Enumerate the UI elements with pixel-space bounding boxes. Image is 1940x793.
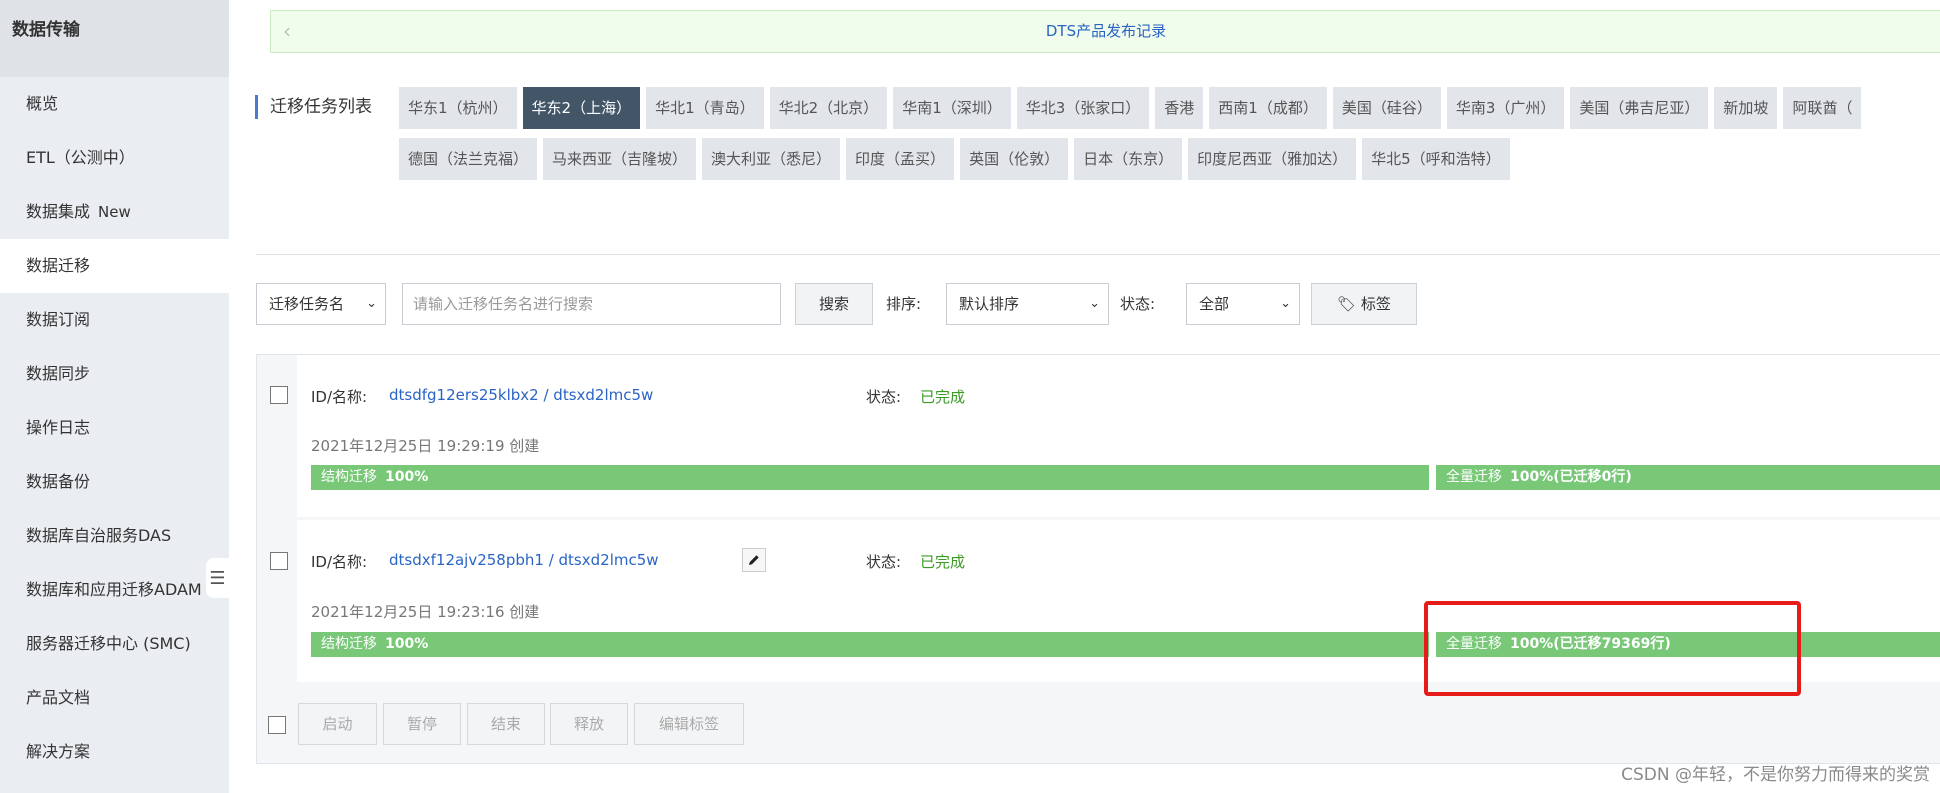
sidebar-title: 数据传输 xyxy=(0,0,229,77)
region-tab[interactable]: 香港 xyxy=(1155,87,1204,129)
task-created-time: 2021年12月25日 19:23:16 创建 xyxy=(311,603,540,621)
task-name-link[interactable]: dtsdfg12ers25klbx2 / dtsxd2lmc5w xyxy=(389,386,653,404)
status-label: 状态: xyxy=(1120,295,1156,313)
full-migration-progress: 全量迁移 100%(已迁移0行) xyxy=(1436,465,1940,490)
progress-value: 100%(已迁移0行) xyxy=(1510,469,1632,485)
task-checkbox[interactable] xyxy=(270,386,288,404)
announcement-banner: ‹ DTS产品发布记录 xyxy=(270,10,1940,53)
sidebar-item-integration[interactable]: 数据集成 New xyxy=(0,185,229,239)
region-tab[interactable]: 华北5（呼和浩特） xyxy=(1362,138,1510,180)
progress-value: 100% xyxy=(385,636,429,652)
region-tab[interactable]: 新加坡 xyxy=(1714,87,1778,129)
sidebar-item-backup[interactable]: 数据备份 xyxy=(0,455,229,509)
schema-migration-progress: 结构迁移 100% xyxy=(311,632,1429,657)
region-tab[interactable]: 华东2（上海） xyxy=(522,87,641,129)
filter-field-select[interactable]: 迁移任务名 ⌄ xyxy=(256,283,386,325)
divider xyxy=(256,254,1940,255)
region-tab[interactable]: 美国（硅谷） xyxy=(1332,87,1441,129)
task-status-label: 状态: xyxy=(866,388,902,406)
progress-value: 100% xyxy=(385,469,429,485)
tag-button-label: 标签 xyxy=(1360,295,1391,313)
task-list-title: 迁移任务列表 xyxy=(255,95,372,119)
task-id-label: ID/名称: xyxy=(311,388,368,406)
region-tab[interactable]: 华南3（广州） xyxy=(1446,87,1565,129)
sidebar-collapse-icon[interactable]: ☰ xyxy=(206,558,229,598)
sidebar-item-oplog[interactable]: 操作日志 xyxy=(0,401,229,455)
end-button[interactable]: 结束 xyxy=(467,703,545,745)
sidebar-item-label: 数据集成 xyxy=(26,202,91,221)
pause-button[interactable]: 暂停 xyxy=(383,703,461,745)
region-tab[interactable]: 英国（伦敦） xyxy=(960,138,1069,180)
region-tab[interactable]: 澳大利亚（悉尼） xyxy=(702,138,841,180)
sort-value: 默认排序 xyxy=(959,295,1020,313)
search-button[interactable]: 搜索 xyxy=(795,283,873,325)
sidebar-item-overview[interactable]: 概览 xyxy=(0,77,229,131)
region-tab[interactable]: 美国（弗吉尼亚） xyxy=(1570,87,1709,129)
watermark: CSDN @年轻，不是你努力而得来的奖赏 xyxy=(1621,765,1930,785)
region-tab[interactable]: 马来西亚（吉隆坡） xyxy=(543,138,697,180)
new-badge: New xyxy=(98,203,131,221)
pencil-icon[interactable] xyxy=(742,548,766,572)
sidebar-item-migration[interactable]: 数据迁移 xyxy=(0,239,229,293)
sidebar-item-docs[interactable]: 产品文档 xyxy=(0,671,229,725)
task-status: 已完成 xyxy=(920,553,966,571)
region-tab[interactable]: 华南1（深圳） xyxy=(893,87,1011,129)
task-checkbox[interactable] xyxy=(270,552,288,570)
sidebar-item-sync[interactable]: 数据同步 xyxy=(0,347,229,401)
region-tab[interactable]: 德国（法兰克福） xyxy=(399,138,538,180)
task-name-link[interactable]: dtsdxf12ajv258pbh1 / dtsxd2lmc5w xyxy=(389,551,659,569)
start-button[interactable]: 启动 xyxy=(298,703,377,745)
release-notes-link[interactable]: DTS产品发布记录 xyxy=(271,11,1940,52)
region-tab[interactable]: 日本（东京） xyxy=(1074,138,1183,180)
sidebar-item-subscription[interactable]: 数据订阅 xyxy=(0,293,229,347)
schema-migration-progress: 结构迁移 100% xyxy=(311,465,1429,490)
progress-label: 结构迁移 xyxy=(321,469,377,485)
chevron-down-icon: ⌄ xyxy=(1280,296,1291,311)
sort-select[interactable]: 默认排序 ⌄ xyxy=(946,283,1109,325)
sidebar-item-smc[interactable]: 服务器迁移中心 (SMC) xyxy=(0,617,229,671)
task-created-time: 2021年12月25日 19:29:19 创建 xyxy=(311,437,540,455)
task-card xyxy=(297,355,1940,517)
edit-tags-button[interactable]: 编辑标签 xyxy=(634,703,744,745)
tag-button[interactable]: 🏷 标签 xyxy=(1311,283,1417,325)
region-tab[interactable]: 华北3（张家口） xyxy=(1016,87,1150,129)
release-button[interactable]: 释放 xyxy=(550,703,628,745)
progress-label: 结构迁移 xyxy=(321,636,377,652)
tag-icon: 🏷 xyxy=(1337,295,1357,313)
region-tab[interactable]: 印度（孟买） xyxy=(846,138,955,180)
region-tab[interactable]: 西南1（成都） xyxy=(1209,87,1327,129)
search-input[interactable]: 请输入迁移任务名进行搜索 xyxy=(402,283,781,325)
annotation-highlight-box xyxy=(1424,601,1801,696)
task-status-label: 状态: xyxy=(866,553,902,571)
filter-field-value: 迁移任务名 xyxy=(269,295,345,313)
status-select[interactable]: 全部 ⌄ xyxy=(1186,283,1300,325)
chevron-down-icon: ⌄ xyxy=(366,296,377,311)
task-id-label: ID/名称: xyxy=(311,553,368,571)
region-tab[interactable]: 印度尼西亚（雅加达） xyxy=(1188,138,1357,180)
chevron-down-icon: ⌄ xyxy=(1089,296,1100,311)
select-all-checkbox[interactable] xyxy=(268,716,286,734)
region-tabs-row1: 华东1（杭州） 华东2（上海） 华北1（青岛） 华北2（北京） 华南1（深圳） 华北3（张… xyxy=(399,87,1862,129)
sidebar-item-adam[interactable]: 数据库和应用迁移ADAM xyxy=(0,563,229,617)
sidebar-item-das[interactable]: 数据库自治服务DAS xyxy=(0,509,229,563)
sidebar-item-solutions[interactable]: 解决方案 xyxy=(0,725,229,779)
sort-label: 排序: xyxy=(886,295,922,313)
region-tab[interactable]: 华北1（青岛） xyxy=(646,87,764,129)
sidebar: 数据传输 概览 ETL（公测中） 数据集成 New 数据迁移 数据订阅 数据同步 … xyxy=(0,0,229,793)
region-tab[interactable]: 阿联酋（ xyxy=(1783,87,1862,129)
status-value: 全部 xyxy=(1199,295,1230,313)
progress-label: 全量迁移 xyxy=(1446,469,1502,485)
region-tab[interactable]: 华北2（北京） xyxy=(769,87,888,129)
region-tab[interactable]: 华东1（杭州） xyxy=(399,87,517,129)
sidebar-item-etl[interactable]: ETL（公测中） xyxy=(0,131,229,185)
region-tabs-row2: 德国（法兰克福） 马来西亚（吉隆坡） 澳大利亚（悉尼） 印度（孟买） 英国（伦敦） 日本（… xyxy=(399,138,1510,180)
task-status: 已完成 xyxy=(920,388,966,406)
